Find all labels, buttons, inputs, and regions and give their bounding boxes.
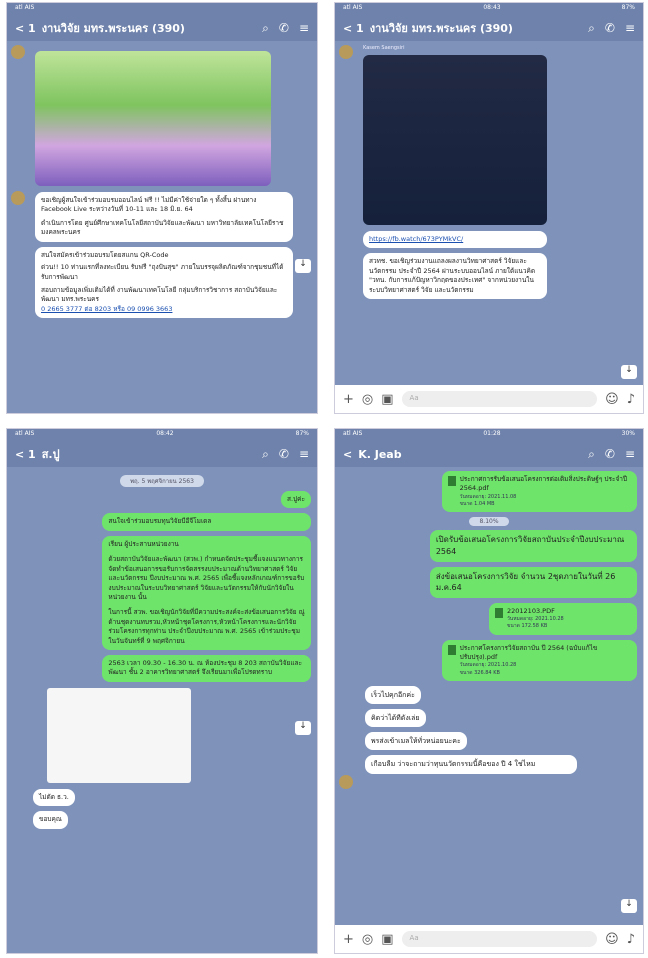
file-icon (495, 607, 503, 618)
date-separator: 8.10% (469, 517, 509, 527)
message-bubble: ส่งข้อเสนอโครงการวิจัย จำนวน 2ชุดภายในวั… (429, 566, 637, 598)
chat-header: < 1 ส.ปู ⌕ ✆ ≡ (7, 441, 317, 467)
phone-icon[interactable]: ✆ (605, 21, 615, 35)
message-bubble: ส.ปูค่ะ (281, 491, 311, 509)
back-button[interactable]: < 1 (15, 22, 36, 35)
avatar (339, 45, 353, 59)
panel-1-chat: atl AIS < 1 งานวิจัย มทร.พระนคร (390) ⌕ … (6, 2, 318, 414)
chat-header: < K. Jeab ⌕ ✆ ≡ (335, 441, 643, 467)
panel-3-chat: atl AIS 08:42 87% < 1 ส.ปู ⌕ ✆ ≡ พฤ. 5 พฤศ… (6, 428, 318, 954)
search-icon[interactable]: ⌕ (588, 21, 595, 36)
menu-icon[interactable]: ≡ (299, 21, 309, 35)
camera-icon[interactable]: ◎ (362, 932, 373, 947)
chat-title: งานวิจัย มทร.พระนคร (390) (369, 22, 513, 35)
scroll-down-button[interactable]: ↓ (621, 365, 637, 379)
file-icon (447, 644, 456, 655)
date-separator: พฤ. 5 พฤศจิกายน 2563 (120, 475, 204, 487)
search-icon[interactable]: ⌕ (262, 447, 269, 462)
scroll-down-button[interactable]: ↓ (621, 899, 637, 913)
image-icon[interactable]: ▣ (381, 932, 393, 947)
panel-4-chat: atl AIS 01:28 30% < K. Jeab ⌕ ✆ ≡ ประกาศกา… (334, 428, 644, 954)
status-bar: atl AIS 01:28 30% (335, 429, 643, 441)
search-icon[interactable]: ⌕ (588, 447, 595, 462)
message-bubble: เร็วไปคุกอีกค่ะ (365, 685, 421, 705)
menu-icon[interactable]: ≡ (625, 21, 635, 35)
back-button[interactable]: < 1 (15, 448, 36, 461)
chat-title: ส.ปู (41, 448, 60, 461)
input-bar: + ◎ ▣ Aa ☺ ♪ (335, 385, 643, 413)
phone-icon[interactable]: ✆ (279, 447, 289, 461)
file-message[interactable]: ประกาศการรับข้อเสนอโครงการต่อเติมสิ่งประ… (441, 471, 637, 513)
message-bubble: คิดว่าได้ทีดังเล่ย (365, 709, 426, 728)
message-bubble: ไม่ตัด ธ.ว. (33, 788, 75, 807)
message-bubble: พรส่งเข้าเมลให้ทั่วหน่อยนะคะ (365, 732, 467, 751)
panel-2-chat: atl AIS 08:43 87% < 1 งานวิจัย มทร.พระนคร … (334, 2, 644, 414)
message-bubble: ขอเชิญผู้สนใจเข้าร่วมอบรมออนไลน์ ฟรี !! … (35, 192, 293, 242)
phone-icon[interactable]: ✆ (605, 447, 615, 461)
menu-icon[interactable]: ≡ (299, 447, 309, 461)
message-bubble: สนใจเข้าร่วมอบรมทุนวิจัยบีอีจีโมเดล (102, 513, 311, 531)
document-image[interactable] (47, 687, 191, 783)
scroll-down-button[interactable]: ↓ (295, 721, 311, 735)
message-bubble: เปิดรับข้อเสนอโครงการวิจัยสถาบันประจำปีง… (429, 530, 637, 562)
sender-name: Kasem Saengsiri (363, 45, 405, 51)
back-button[interactable]: < 1 (343, 22, 364, 35)
file-message[interactable]: ประกาศโครงการวิจัยสถาบัน ปี 2564 (ฉบับแก… (441, 639, 637, 681)
mic-icon[interactable]: ♪ (627, 392, 635, 407)
status-bar: atl AIS (7, 3, 317, 15)
file-message[interactable]: 22012103.PDF วันหมดอายุ: 2021.10.28 ขนาด 1… (489, 602, 637, 635)
phone-icon[interactable]: ✆ (279, 21, 289, 35)
message-input[interactable]: Aa (401, 391, 598, 407)
emoji-icon[interactable]: ☺ (605, 932, 619, 947)
file-icon (447, 476, 456, 486)
message-bubble: 2563 เวลา 09.30 - 16.30 น. ณ ห้องประชุม … (102, 655, 311, 682)
mic-icon[interactable]: ♪ (627, 932, 635, 947)
link-bubble[interactable]: https://fb.watch/673PYMkVC/ (363, 231, 547, 249)
plus-icon[interactable]: + (343, 932, 354, 947)
poster-image[interactable] (35, 51, 271, 186)
input-bar: + ◎ ▣ Aa ☺ ♪ (335, 925, 643, 953)
message-bubble: สวทช. ขอเชิญร่วมงานแถลงผลงานวิทยาศาสตร์ … (363, 253, 547, 300)
status-bar: atl AIS 08:43 87% (335, 3, 643, 15)
image-icon[interactable]: ▣ (381, 392, 393, 407)
emoji-icon[interactable]: ☺ (605, 392, 619, 407)
avatar (11, 45, 25, 59)
back-button[interactable]: < (343, 448, 352, 461)
message-bubble: เกือบลืม ว่าจะถามว่าทุนนวัตกรรมนี้คือของ… (365, 755, 577, 774)
search-icon[interactable]: ⌕ (262, 21, 269, 36)
avatar (339, 775, 353, 789)
status-bar: atl AIS 08:42 87% (7, 429, 317, 441)
message-input[interactable]: Aa (401, 931, 598, 947)
chat-title: K. Jeab (358, 447, 402, 461)
message-bubble: เรียน ผู้ประสานหน่วยงาน ด้วยสถาบันวิจัยแ… (102, 535, 311, 651)
chat-header: < 1 งานวิจัย มทร.พระนคร (390) ⌕ ✆ ≡ (335, 15, 643, 41)
scroll-down-button[interactable]: ↓ (295, 259, 311, 273)
plus-icon[interactable]: + (343, 392, 354, 407)
phone-link[interactable]: 0 2665 3777 ต่อ 8203 หรือ 09 0996 3663 (41, 305, 287, 314)
camera-icon[interactable]: ◎ (362, 392, 373, 407)
chat-title: งานวิจัย มทร.พระนคร (390) (41, 22, 185, 35)
shared-image[interactable] (363, 55, 547, 225)
avatar (11, 191, 25, 205)
message-bubble: สนใจสมัครเข้าร่วมอบรมโดยสแกน QR-Code ด่ว… (35, 246, 293, 319)
message-bubble: ขอบคุณ (33, 811, 68, 829)
menu-icon[interactable]: ≡ (625, 447, 635, 461)
chat-header: < 1 งานวิจัย มทร.พระนคร (390) ⌕ ✆ ≡ (7, 15, 317, 41)
